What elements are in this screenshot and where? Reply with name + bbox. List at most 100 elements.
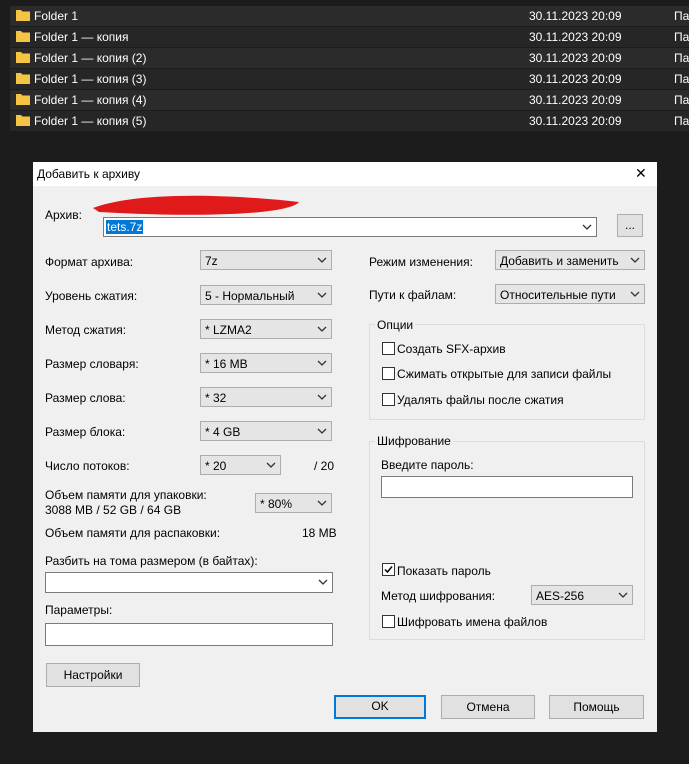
checkmark-icon <box>384 566 393 574</box>
level-select[interactable]: 5 - Нормальный <box>200 285 332 305</box>
chevron-down-icon <box>618 592 628 598</box>
format-label: Формат архива: <box>45 255 134 269</box>
file-row[interactable]: Folder 1 30.11.2023 20:09 Па <box>10 6 689 26</box>
folder-icon <box>16 10 30 21</box>
folder-icon <box>16 115 30 126</box>
cancel-button[interactable]: Отмена <box>441 695 535 719</box>
show-password-checkbox[interactable] <box>382 563 395 576</box>
help-button[interactable]: Помощь <box>549 695 644 719</box>
word-value: * 32 <box>205 391 227 405</box>
mem-pack-percent-value: * 80% <box>260 497 293 511</box>
threads-max: / 20 <box>314 459 335 473</box>
archive-label: Архив: <box>45 208 82 222</box>
file-row[interactable]: Folder 1 — копия (4) 30.11.2023 20:09 Па <box>10 90 689 110</box>
level-label: Уровень сжатия: <box>45 289 138 303</box>
file-date: 30.11.2023 20:09 <box>529 30 622 44</box>
update-mode-value: Добавить и заменить <box>500 254 619 268</box>
chevron-down-icon <box>318 579 328 585</box>
add-to-archive-dialog: Добавить к архиву ✕ Архив: tets.7z ... Ф… <box>33 162 657 732</box>
file-type: Па <box>674 51 689 65</box>
encrypt-names-label[interactable]: Шифровать имена файлов <box>397 615 547 629</box>
level-value: 5 - Нормальный <box>205 289 295 303</box>
mem-pack-percent-select[interactable]: * 80% <box>255 493 332 513</box>
settings-button[interactable]: Настройки <box>46 663 140 687</box>
chevron-down-icon <box>630 291 640 297</box>
paths-value: Относительные пути <box>500 288 616 302</box>
method-value: * LZMA2 <box>205 323 252 337</box>
file-type: Па <box>674 72 689 86</box>
encryption-method-select[interactable]: AES-256 <box>531 585 633 605</box>
update-mode-label: Режим изменения: <box>369 255 473 269</box>
chevron-down-icon <box>317 428 327 434</box>
options-title: Опции <box>375 318 416 332</box>
dict-value: * 16 MB <box>205 357 248 371</box>
file-name: Folder 1 — копия (2) <box>34 51 147 65</box>
paths-label: Пути к файлам: <box>369 288 457 302</box>
folder-icon <box>16 94 30 105</box>
word-select[interactable]: * 32 <box>200 387 332 407</box>
file-date: 30.11.2023 20:09 <box>529 93 622 107</box>
chevron-down-icon <box>317 292 327 298</box>
chevron-down-icon <box>630 257 640 263</box>
file-name: Folder 1 — копия (5) <box>34 114 147 128</box>
mem-unpack-value: 18 MB <box>302 526 337 540</box>
chevron-down-icon <box>582 224 592 230</box>
file-date: 30.11.2023 20:09 <box>529 114 622 128</box>
encryption-method-label: Метод шифрования: <box>381 589 496 603</box>
file-type: Па <box>674 9 689 23</box>
encryption-title: Шифрование <box>375 434 453 448</box>
update-mode-select[interactable]: Добавить и заменить <box>495 250 645 270</box>
file-row[interactable]: Folder 1 — копия (5) 30.11.2023 20:09 Па <box>10 111 689 131</box>
chevron-down-icon <box>317 500 327 506</box>
password-input[interactable] <box>381 476 633 498</box>
open-files-checkbox[interactable] <box>382 367 395 380</box>
block-select[interactable]: * 4 GB <box>200 421 332 441</box>
encrypt-names-checkbox[interactable] <box>382 615 395 628</box>
archive-path-combo[interactable]: tets.7z <box>103 217 597 237</box>
block-value: * 4 GB <box>205 425 241 439</box>
folder-icon <box>16 31 30 42</box>
params-label: Параметры: <box>45 603 113 617</box>
threads-label: Число потоков: <box>45 459 130 473</box>
chevron-down-icon <box>317 394 327 400</box>
archive-path-value[interactable]: tets.7z <box>106 220 144 234</box>
threads-value: * 20 <box>205 459 227 473</box>
dict-select[interactable]: * 16 MB <box>200 353 332 373</box>
show-password-label[interactable]: Показать пароль <box>397 564 491 578</box>
delete-after-checkbox[interactable] <box>382 393 395 406</box>
threads-select[interactable]: * 20 <box>200 455 281 475</box>
paths-select[interactable]: Относительные пути <box>495 284 645 304</box>
dict-label: Размер словаря: <box>45 357 139 371</box>
split-volume-combo[interactable] <box>45 572 333 593</box>
delete-after-label[interactable]: Удалять файлы после сжатия <box>397 393 564 407</box>
ok-button[interactable]: OK <box>334 695 426 719</box>
file-name: Folder 1 — копия (4) <box>34 93 147 107</box>
format-select[interactable]: 7z <box>200 250 332 270</box>
encryption-method-value: AES-256 <box>536 589 585 603</box>
folder-icon <box>16 52 30 63</box>
dialog-titlebar: Добавить к архиву ✕ <box>33 162 657 186</box>
file-row[interactable]: Folder 1 — копия (2) 30.11.2023 20:09 Па <box>10 48 689 68</box>
mem-unpack-label: Объем памяти для распаковки: <box>45 526 221 540</box>
sfx-checkbox[interactable] <box>382 342 395 355</box>
file-name: Folder 1 — копия <box>34 30 129 44</box>
folder-icon <box>16 73 30 84</box>
method-label: Метод сжатия: <box>45 323 127 337</box>
mem-pack-label: Объем памяти для упаковки: <box>45 488 207 502</box>
file-date: 30.11.2023 20:09 <box>529 72 622 86</box>
file-row[interactable]: Folder 1 — копия 30.11.2023 20:09 Па <box>10 27 689 47</box>
close-icon[interactable]: ✕ <box>635 165 647 182</box>
sfx-label[interactable]: Создать SFX-архив <box>397 342 506 356</box>
chevron-down-icon <box>317 257 327 263</box>
password-label: Введите пароль: <box>381 458 474 472</box>
chevron-down-icon <box>317 360 327 366</box>
open-files-label[interactable]: Сжимать открытые для записи файлы <box>397 367 611 381</box>
method-select[interactable]: * LZMA2 <box>200 319 332 339</box>
block-label: Размер блока: <box>45 425 126 439</box>
file-row[interactable]: Folder 1 — копия (3) 30.11.2023 20:09 Па <box>10 69 689 89</box>
chevron-down-icon <box>317 326 327 332</box>
browse-button[interactable]: ... <box>617 214 643 237</box>
file-name: Folder 1 <box>34 9 79 23</box>
file-date: 30.11.2023 20:09 <box>529 9 622 23</box>
params-input[interactable] <box>45 623 333 646</box>
